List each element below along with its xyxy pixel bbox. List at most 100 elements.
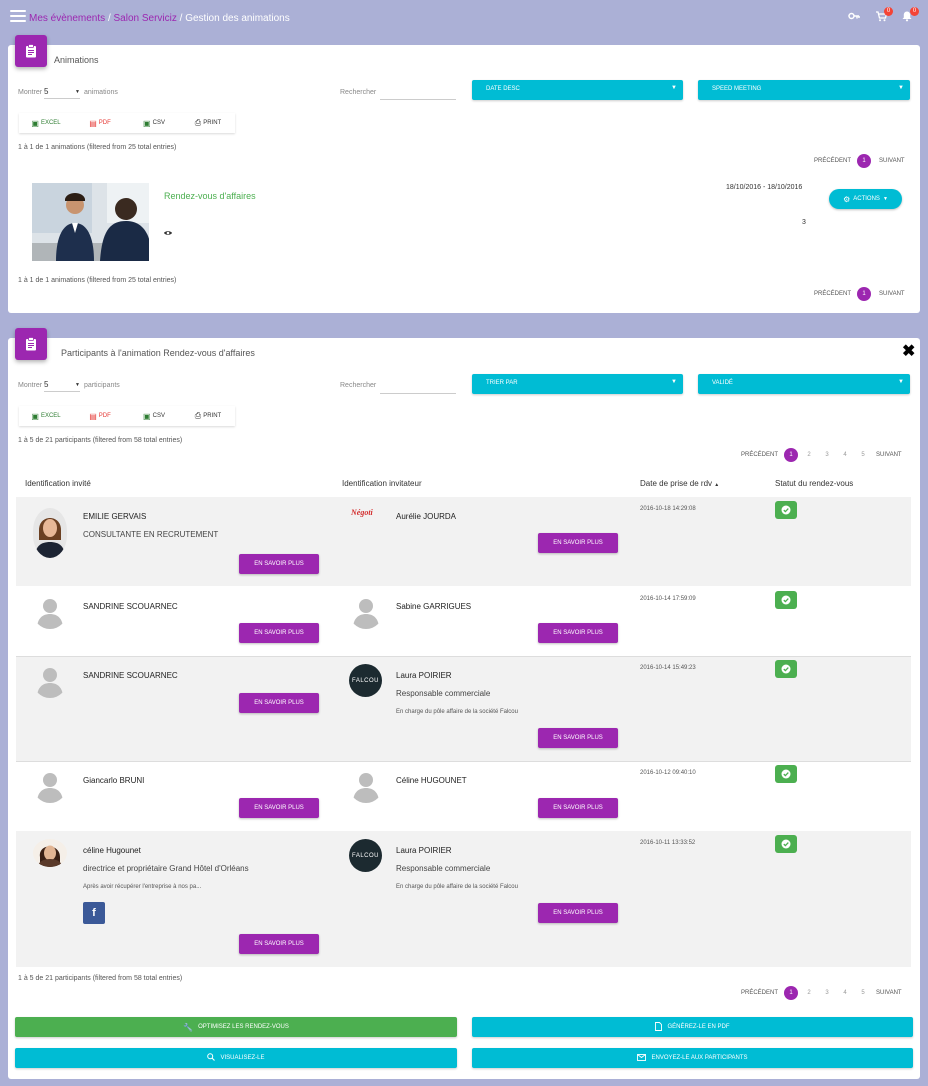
pager-page[interactable]: 2 (802, 448, 816, 462)
pager-page[interactable]: 2 (802, 986, 816, 1000)
file-pdf-icon (655, 1021, 663, 1033)
host-more-button[interactable]: EN SAVOIR PLUS (538, 533, 618, 553)
rdv-date: 2016-10-12 09:40:10 (640, 770, 696, 776)
pager-next[interactable]: SUIVANT (879, 158, 905, 164)
animation-title-link[interactable]: Rendez-vous d'affaires (164, 191, 256, 201)
send-participants-button[interactable]: ENVOYEZ-LE AUX PARTICIPANTS (472, 1048, 913, 1068)
pdf-label: PDF (98, 413, 111, 419)
pager-next[interactable]: SUIVANT (879, 291, 905, 297)
pager-page[interactable]: 1 (784, 986, 799, 1000)
print-icon: ⎙ (194, 118, 202, 127)
pager-prev[interactable]: PRÉCÉDENT (814, 291, 851, 297)
pager-page[interactable]: 4 (838, 986, 852, 1000)
envelope-icon (637, 1053, 647, 1063)
pager-page[interactable]: 3 (820, 448, 834, 462)
host-name: Laura POIRIER (396, 846, 452, 855)
search-label: Rechercher (340, 382, 377, 389)
sort-up-icon: ▲ (714, 482, 720, 488)
page-size-value: 5 (44, 87, 49, 96)
actions-label: ACTIONS (853, 196, 880, 202)
pager-page[interactable]: 3 (820, 986, 834, 1000)
guest-more-button[interactable]: EN SAVOIR PLUS (239, 798, 319, 818)
search-label: Rechercher (340, 89, 377, 96)
status-check-icon[interactable] (775, 501, 797, 519)
close-icon[interactable]: ✖ (902, 344, 915, 360)
menu-icon[interactable] (10, 10, 26, 24)
pager-page[interactable]: 4 (838, 448, 852, 462)
guest-name: EMILIE GERVAIS (83, 512, 147, 521)
col-guest[interactable]: Identification invité (25, 479, 91, 488)
breadcrumb-current: Gestion des animations (185, 13, 290, 24)
bell-icon[interactable]: 0 (899, 7, 919, 26)
pager-next[interactable]: SUIVANT (876, 452, 902, 458)
guest-more-button[interactable]: EN SAVOIR PLUS (239, 693, 319, 713)
status-filter-dropdown[interactable]: VALIDÉ ▼ (698, 374, 910, 394)
actions-button[interactable]: ⚙ ACTIONS ▼ (829, 189, 902, 209)
rdv-date: 2016-10-14 15:49:23 (640, 665, 696, 671)
pager-prev[interactable]: PRÉCÉDENT (741, 452, 778, 458)
col-host[interactable]: Identification invitateur (342, 479, 422, 488)
col-status[interactable]: Statut du rendez-vous (775, 479, 853, 488)
host-more-button[interactable]: EN SAVOIR PLUS (538, 798, 618, 818)
status-check-icon[interactable] (775, 591, 797, 609)
eye-icon[interactable] (164, 229, 172, 238)
csv-button[interactable]: ▣ CSV (127, 406, 181, 426)
pager-page[interactable]: 1 (784, 448, 799, 462)
breadcrumb-events-link[interactable]: Mes évènements (29, 13, 105, 24)
pager-page[interactable]: 1 (857, 154, 872, 168)
type-filter-dropdown[interactable]: SPEED MEETING ▼ (698, 80, 910, 100)
pager-prev[interactable]: PRÉCÉDENT (741, 990, 778, 996)
pager-page[interactable]: 5 (856, 448, 870, 462)
csv-button[interactable]: ▣ CSV (127, 113, 181, 133)
print-label: PRINT (203, 413, 222, 419)
status-check-icon[interactable] (775, 660, 797, 678)
animation-image[interactable] (32, 183, 149, 261)
key-icon[interactable] (846, 10, 862, 26)
status-check-icon[interactable] (775, 765, 797, 783)
pdf-button[interactable]: ▤ PDF (73, 113, 127, 133)
pager-page[interactable]: 1 (857, 287, 872, 301)
gear-icon: ⚙ (843, 194, 851, 204)
status-check-icon[interactable] (775, 835, 797, 853)
pdf-icon: ▤ (89, 118, 97, 128)
excel-button[interactable]: ▣ EXCEL (19, 406, 73, 426)
excel-icon: ▣ (31, 411, 39, 421)
host-more-button[interactable]: EN SAVOIR PLUS (538, 728, 618, 748)
pager-prev[interactable]: PRÉCÉDENT (814, 158, 851, 164)
pager-page[interactable]: 5 (856, 986, 870, 1000)
pager-next[interactable]: SUIVANT (876, 990, 902, 996)
search-input[interactable] (380, 383, 456, 394)
visualize-button[interactable]: VISUALISEZ-LE (15, 1048, 457, 1068)
print-button[interactable]: ⎙ PRINT (181, 406, 235, 426)
sort-by-dropdown[interactable]: TRIER PAR ▼ (472, 374, 683, 394)
default-avatar-icon (33, 595, 67, 629)
host-logo: FALCOU (349, 839, 382, 872)
csv-label: CSV (152, 413, 165, 419)
generate-pdf-button[interactable]: GÉNÉREZ-LE EN PDF (472, 1017, 913, 1037)
guest-more-button[interactable]: EN SAVOIR PLUS (239, 623, 319, 643)
excel-button[interactable]: ▣ EXCEL (19, 113, 73, 133)
breadcrumb-salon-link[interactable]: Salon Serviciz (114, 13, 177, 24)
host-more-button[interactable]: EN SAVOIR PLUS (538, 623, 618, 643)
caret-down-icon: ▼ (882, 196, 888, 202)
print-button[interactable]: ⎙ PRINT (181, 113, 235, 133)
pdf-button[interactable]: ▤ PDF (73, 406, 127, 426)
guest-name: SANDRINE SCOUARNEC (83, 671, 178, 680)
date-sort-dropdown[interactable]: DATE DESC ▼ (472, 80, 683, 100)
optimize-button[interactable]: 🔧 OPTIMISEZ LES RENDEZ-VOUS (15, 1017, 457, 1037)
csv-icon: ▣ (143, 118, 151, 128)
guest-more-button[interactable]: EN SAVOIR PLUS (239, 934, 319, 954)
cart-badge: 0 (884, 7, 893, 16)
host-more-button[interactable]: EN SAVOIR PLUS (538, 903, 618, 923)
cart-icon[interactable]: 0 (873, 7, 893, 26)
search-input[interactable] (380, 89, 456, 100)
sort-by-value: TRIER PAR (486, 380, 518, 386)
host-name: Aurélie JOURDA (396, 512, 457, 521)
page-size-select[interactable]: 5 ▼ (44, 87, 80, 99)
host-logo: Négoti (351, 508, 373, 517)
page-size-select[interactable]: 5 ▼ (44, 380, 80, 392)
default-avatar-icon (33, 769, 67, 803)
facebook-icon[interactable]: f (83, 902, 105, 924)
col-date[interactable]: Date de prise de rdv ▲ (640, 479, 719, 488)
guest-more-button[interactable]: EN SAVOIR PLUS (239, 554, 319, 574)
